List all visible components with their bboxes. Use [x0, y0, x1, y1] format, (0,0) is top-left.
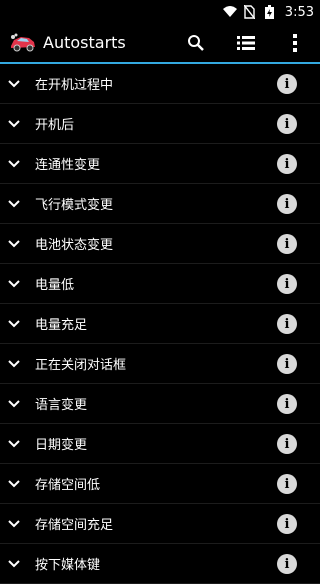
info-glyph: i [284, 76, 290, 92]
event-label: 存储空间充足 [35, 518, 114, 533]
chevron-down-icon[interactable] [6, 116, 22, 132]
no-sim-icon [243, 5, 257, 19]
info-glyph: i [284, 116, 290, 132]
chevron-down-icon[interactable] [6, 556, 22, 572]
chevron-down-icon[interactable] [6, 196, 22, 212]
list-item[interactable]: 存储空间低 i [0, 464, 320, 504]
chevron-down-icon[interactable] [6, 236, 22, 252]
chevron-down-icon[interactable] [6, 356, 22, 372]
chevron-down-icon[interactable] [6, 316, 22, 332]
search-icon[interactable] [184, 31, 208, 55]
info-icon[interactable]: i [277, 514, 297, 534]
list-item[interactable]: 飞行模式变更 i [0, 184, 320, 224]
info-glyph: i [284, 476, 290, 492]
event-label: 电量充足 [35, 318, 88, 333]
overflow-menu-icon[interactable] [283, 31, 307, 55]
info-glyph: i [284, 276, 290, 292]
event-label: 存储空间低 [35, 478, 101, 493]
app-bar: Autostarts [0, 24, 320, 64]
info-glyph: i [284, 516, 290, 532]
info-glyph: i [284, 396, 290, 412]
event-label: 电池状态变更 [35, 238, 114, 253]
app-title: Autostarts [43, 33, 126, 52]
chevron-down-icon[interactable] [6, 276, 22, 292]
event-label: 飞行模式变更 [35, 198, 114, 213]
event-label: 正在关闭对话框 [35, 358, 127, 373]
info-icon[interactable]: i [277, 314, 297, 334]
chevron-down-icon[interactable] [6, 396, 22, 412]
list-item[interactable]: 存储空间充足 i [0, 504, 320, 544]
info-icon[interactable]: i [277, 194, 297, 214]
chevron-down-icon[interactable] [6, 156, 22, 172]
list-item[interactable]: 语言变更 i [0, 384, 320, 424]
list-item[interactable]: 按下媒体键 i [0, 544, 320, 584]
chevron-down-icon[interactable] [6, 436, 22, 452]
info-glyph: i [284, 236, 290, 252]
list-view-icon[interactable] [234, 31, 258, 55]
list-item[interactable]: 日期变更 i [0, 424, 320, 464]
info-glyph: i [284, 356, 290, 372]
wifi-icon [222, 5, 237, 19]
list-item[interactable]: 连通性变更 i [0, 144, 320, 184]
info-icon[interactable]: i [277, 234, 297, 254]
info-glyph: i [284, 156, 290, 172]
info-icon[interactable]: i [277, 354, 297, 374]
list-item[interactable]: 电池状态变更 i [0, 224, 320, 264]
list-item[interactable]: 开机后 i [0, 104, 320, 144]
event-label: 语言变更 [35, 398, 88, 413]
event-label: 按下媒体键 [35, 558, 101, 573]
info-icon[interactable]: i [277, 554, 297, 574]
event-label: 日期变更 [35, 438, 88, 453]
chevron-down-icon[interactable] [6, 76, 22, 92]
event-label: 在开机过程中 [35, 78, 114, 93]
info-icon[interactable]: i [277, 74, 297, 94]
list-item[interactable]: 电量充足 i [0, 304, 320, 344]
chevron-down-icon[interactable] [6, 476, 22, 492]
info-glyph: i [284, 316, 290, 332]
battery-charging-icon [263, 5, 277, 19]
info-icon[interactable]: i [277, 114, 297, 134]
status-bar: 3:53 [0, 0, 320, 24]
info-icon[interactable]: i [277, 154, 297, 174]
info-icon[interactable]: i [277, 474, 297, 494]
list-item[interactable]: 电量低 i [0, 264, 320, 304]
event-list: 在开机过程中 i 开机后 i 连通性变更 i 飞行模式变更 i 电池状态变更 i 电量低 i 电量充足 i… [0, 64, 320, 584]
info-glyph: i [284, 196, 290, 212]
info-icon[interactable]: i [277, 274, 297, 294]
chevron-down-icon[interactable] [6, 516, 22, 532]
info-icon[interactable]: i [277, 434, 297, 454]
event-label: 电量低 [35, 278, 75, 293]
event-label: 开机后 [35, 118, 75, 133]
car-icon [9, 32, 37, 54]
info-glyph: i [284, 436, 290, 452]
list-item[interactable]: 在开机过程中 i [0, 64, 320, 104]
event-label: 连通性变更 [35, 158, 101, 173]
list-item[interactable]: 正在关闭对话框 i [0, 344, 320, 384]
status-time: 3:53 [284, 4, 314, 20]
info-icon[interactable]: i [277, 394, 297, 414]
